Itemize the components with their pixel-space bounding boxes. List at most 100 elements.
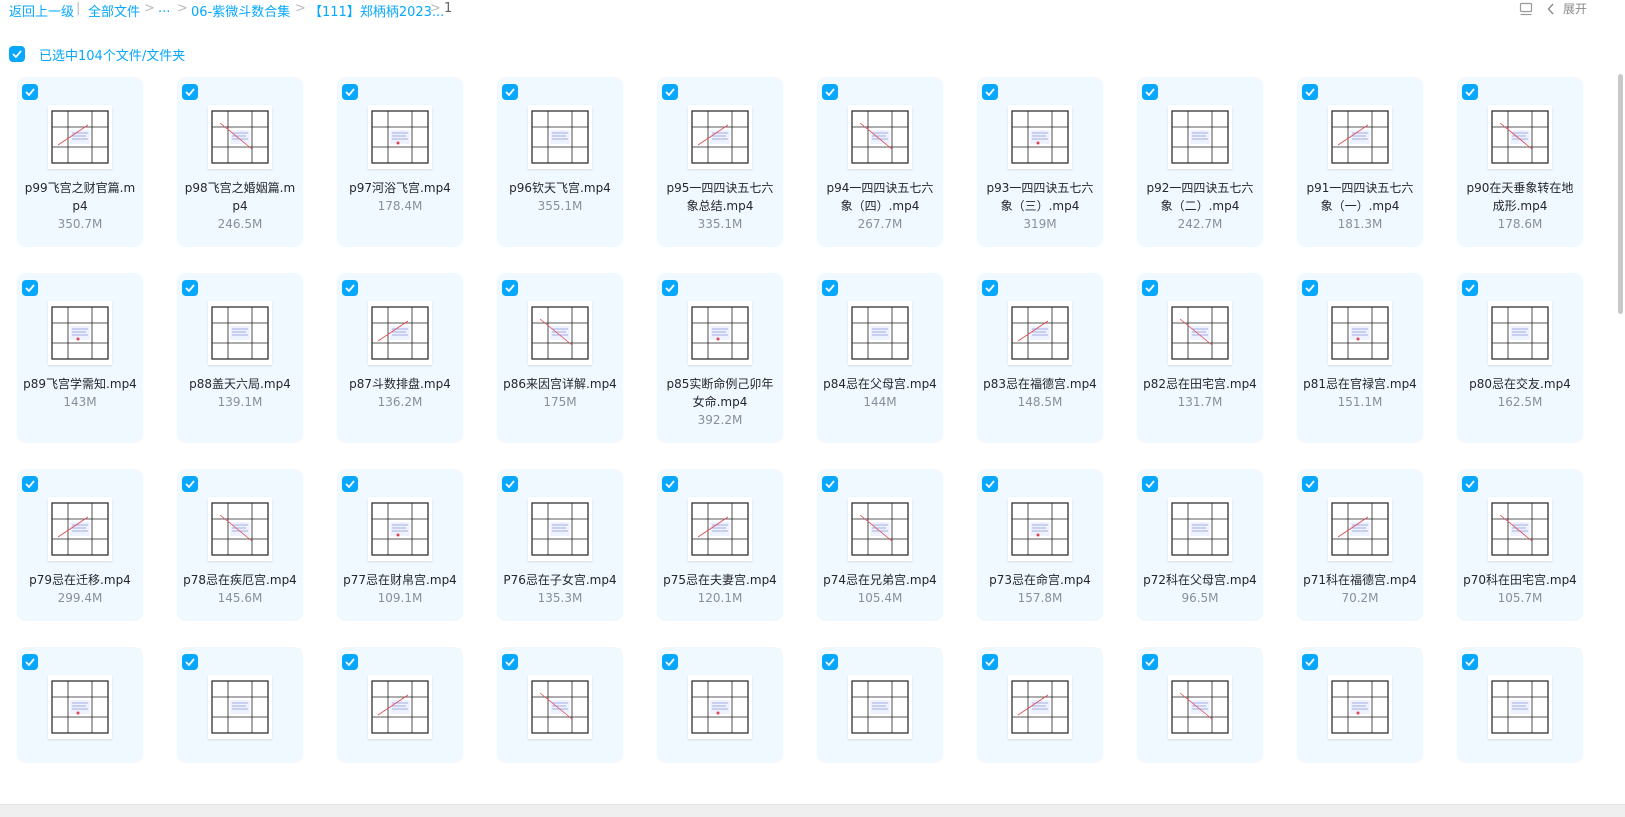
file-card[interactable]: p90在天垂象转在地成形.mp4 178.6M xyxy=(1457,77,1583,247)
file-card[interactable]: p81忌在官禄宫.mp4 151.1M xyxy=(1297,273,1423,443)
file-card[interactable]: p70科在田宅宫.mp4 105.7M xyxy=(1457,469,1583,621)
video-thumbnail[interactable] xyxy=(528,497,592,561)
file-checkbox[interactable] xyxy=(822,654,838,670)
video-thumbnail[interactable] xyxy=(688,301,752,365)
file-checkbox[interactable] xyxy=(982,654,998,670)
file-card[interactable] xyxy=(497,647,623,763)
video-thumbnail[interactable] xyxy=(688,105,752,169)
file-checkbox[interactable] xyxy=(1142,84,1158,100)
file-card[interactable]: p94一四四诀五七六象（四）.mp4 267.7M xyxy=(817,77,943,247)
breadcrumb-folder2[interactable]: 【111】郑柄柄2023... xyxy=(309,1,444,20)
file-card[interactable]: p89飞宫学需知.mp4 143M xyxy=(17,273,143,443)
video-thumbnail[interactable] xyxy=(48,105,112,169)
video-thumbnail[interactable] xyxy=(1008,497,1072,561)
video-thumbnail[interactable] xyxy=(1328,675,1392,739)
file-card[interactable] xyxy=(177,647,303,763)
video-thumbnail[interactable] xyxy=(1008,675,1072,739)
video-thumbnail[interactable] xyxy=(1168,301,1232,365)
file-checkbox[interactable] xyxy=(1462,280,1478,296)
file-card[interactable]: p84忌在父母宫.mp4 144M xyxy=(817,273,943,443)
file-card[interactable]: p99飞宫之财官篇.mp4 350.7M xyxy=(17,77,143,247)
file-checkbox[interactable] xyxy=(662,654,678,670)
video-thumbnail[interactable] xyxy=(1328,105,1392,169)
video-thumbnail[interactable] xyxy=(688,675,752,739)
file-checkbox[interactable] xyxy=(1302,280,1318,296)
back-link[interactable]: 返回上一级 xyxy=(9,1,74,20)
file-card[interactable] xyxy=(17,647,143,763)
file-card[interactable]: p92一四四诀五七六象（二）.mp4 242.7M xyxy=(1137,77,1263,247)
file-checkbox[interactable] xyxy=(822,476,838,492)
video-thumbnail[interactable] xyxy=(1488,497,1552,561)
file-card[interactable]: p85实断命例己卯年女命.mp4 392.2M xyxy=(657,273,783,443)
file-checkbox[interactable] xyxy=(1462,84,1478,100)
video-thumbnail[interactable] xyxy=(1488,675,1552,739)
file-checkbox[interactable] xyxy=(502,280,518,296)
video-thumbnail[interactable] xyxy=(1488,301,1552,365)
file-checkbox[interactable] xyxy=(1142,654,1158,670)
file-checkbox[interactable] xyxy=(342,654,358,670)
file-checkbox[interactable] xyxy=(662,476,678,492)
file-card[interactable]: p78忌在疾厄宫.mp4 145.6M xyxy=(177,469,303,621)
video-thumbnail[interactable] xyxy=(528,675,592,739)
video-thumbnail[interactable] xyxy=(848,301,912,365)
file-card[interactable] xyxy=(817,647,943,763)
video-thumbnail[interactable] xyxy=(368,675,432,739)
file-card[interactable]: p87斗数排盘.mp4 136.2M xyxy=(337,273,463,443)
file-checkbox[interactable] xyxy=(182,476,198,492)
file-checkbox[interactable] xyxy=(662,280,678,296)
file-card[interactable]: p72科在父母宫.mp4 96.5M xyxy=(1137,469,1263,621)
file-checkbox[interactable] xyxy=(22,280,38,296)
file-card[interactable] xyxy=(657,647,783,763)
file-card[interactable] xyxy=(977,647,1103,763)
file-checkbox[interactable] xyxy=(342,84,358,100)
file-checkbox[interactable] xyxy=(982,476,998,492)
video-thumbnail[interactable] xyxy=(1168,675,1232,739)
video-thumbnail[interactable] xyxy=(208,105,272,169)
file-card[interactable] xyxy=(337,647,463,763)
file-card[interactable]: p80忌在交友.mp4 162.5M xyxy=(1457,273,1583,443)
file-checkbox[interactable] xyxy=(982,280,998,296)
list-view-icon[interactable] xyxy=(1519,2,1533,16)
file-card[interactable]: p88盖天六局.mp4 139.1M xyxy=(177,273,303,443)
video-thumbnail[interactable] xyxy=(48,301,112,365)
file-card[interactable]: p73忌在命宫.mp4 157.8M xyxy=(977,469,1103,621)
file-card[interactable]: p97河浴飞宫.mp4 178.4M xyxy=(337,77,463,247)
file-checkbox[interactable] xyxy=(502,476,518,492)
video-thumbnail[interactable] xyxy=(688,497,752,561)
video-thumbnail[interactable] xyxy=(368,105,432,169)
expand-button[interactable]: 展开 xyxy=(1547,0,1587,17)
video-thumbnail[interactable] xyxy=(528,105,592,169)
video-thumbnail[interactable] xyxy=(1008,105,1072,169)
video-thumbnail[interactable] xyxy=(1328,301,1392,365)
file-checkbox[interactable] xyxy=(182,280,198,296)
file-checkbox[interactable] xyxy=(1462,476,1478,492)
file-checkbox[interactable] xyxy=(822,280,838,296)
file-checkbox[interactable] xyxy=(502,654,518,670)
video-thumbnail[interactable] xyxy=(1328,497,1392,561)
file-card[interactable]: p77忌在财帛宫.mp4 109.1M xyxy=(337,469,463,621)
file-checkbox[interactable] xyxy=(982,84,998,100)
file-card[interactable]: P76忌在子女宫.mp4 135.3M xyxy=(497,469,623,621)
file-checkbox[interactable] xyxy=(822,84,838,100)
file-card[interactable]: p74忌在兄弟宫.mp4 105.4M xyxy=(817,469,943,621)
breadcrumb-folder1[interactable]: 06-紫微斗数合集 xyxy=(191,1,290,20)
file-checkbox[interactable] xyxy=(1462,654,1478,670)
file-card[interactable] xyxy=(1457,647,1583,763)
file-card[interactable]: p82忌在田宅宫.mp4 131.7M xyxy=(1137,273,1263,443)
video-thumbnail[interactable] xyxy=(48,497,112,561)
file-checkbox[interactable] xyxy=(1142,476,1158,492)
vertical-scrollbar[interactable] xyxy=(1618,74,1623,314)
file-checkbox[interactable] xyxy=(1302,654,1318,670)
video-thumbnail[interactable] xyxy=(208,497,272,561)
video-thumbnail[interactable] xyxy=(1488,105,1552,169)
file-checkbox[interactable] xyxy=(1302,476,1318,492)
video-thumbnail[interactable] xyxy=(1168,105,1232,169)
file-checkbox[interactable] xyxy=(1302,84,1318,100)
file-checkbox[interactable] xyxy=(22,654,38,670)
file-checkbox[interactable] xyxy=(22,476,38,492)
file-card[interactable]: p75忌在夫妻宫.mp4 120.1M xyxy=(657,469,783,621)
file-card[interactable]: p91一四四诀五七六象（一）.mp4 181.3M xyxy=(1297,77,1423,247)
file-card[interactable]: p79忌在迁移.mp4 299.4M xyxy=(17,469,143,621)
video-thumbnail[interactable] xyxy=(1168,497,1232,561)
video-thumbnail[interactable] xyxy=(1008,301,1072,365)
